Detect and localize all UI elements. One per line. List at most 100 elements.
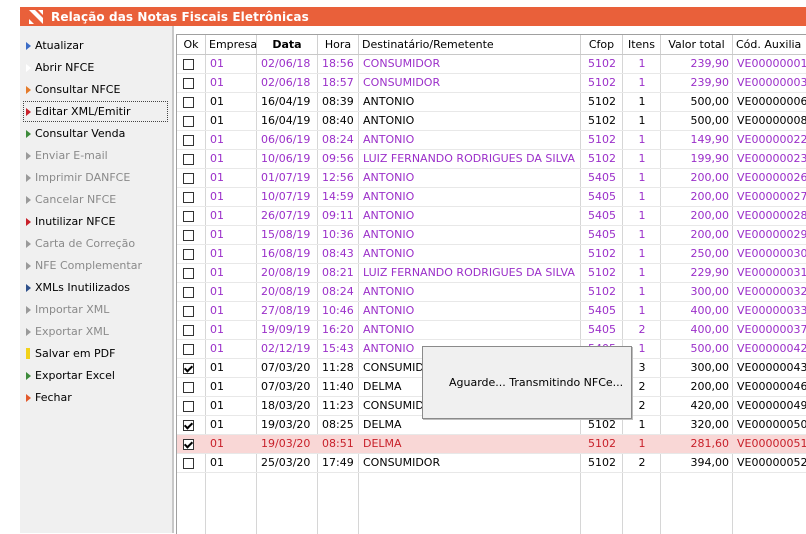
sidebar-item-enviar-e-mail[interactable]: Enviar E-mail <box>23 145 168 166</box>
cell-empresa: 01 <box>210 114 224 127</box>
sidebar-item-inutilizar-nfce[interactable]: Inutilizar NFCE <box>23 211 168 232</box>
sidebar-item-exportar-xml[interactable]: Exportar XML <box>23 321 168 342</box>
row-checkbox[interactable] <box>183 230 194 241</box>
row-checkbox[interactable] <box>183 382 194 393</box>
cell-destinatario: ANTONIO <box>363 95 415 108</box>
column-header-ok[interactable]: Ok <box>177 35 206 54</box>
column-header-itens[interactable]: Itens <box>623 35 661 54</box>
table-row[interactable]: 01 02/06/18 18:57 CONSUMIDOR 5102 1 239,90 VE00… <box>177 74 806 93</box>
sidebar-item-label: NFE Complementar <box>35 259 142 272</box>
table-row[interactable]: 01 25/03/20 17:49 CONSUMIDOR 5102 2 394,00 VE00… <box>177 454 806 473</box>
row-checkbox[interactable] <box>183 344 194 355</box>
sidebar-item-xmls-inutilizados[interactable]: XMLs Inutilizados <box>23 277 168 298</box>
cell-data: 16/08/19 <box>261 247 311 260</box>
sidebar-item-imprimir-danfce[interactable]: Imprimir DANFCE <box>23 167 168 188</box>
cell-destinatario: CONSUMIDOR <box>363 76 441 89</box>
cell-empresa: 01 <box>210 323 224 336</box>
sidebar-item-label: Consultar Venda <box>35 127 126 140</box>
column-header-valor-total[interactable]: Valor total <box>661 35 733 54</box>
table-row[interactable]: 01 16/08/19 08:43 ANTONIO 5102 1 250,00 VE00000… <box>177 245 806 264</box>
sidebar-item-abrir-nfce[interactable]: Abrir NFCE <box>23 57 168 78</box>
sidebar-item-consultar-nfce[interactable]: Consultar NFCE <box>23 79 168 100</box>
sidebar-item-cancelar-nfce[interactable]: Cancelar NFCE <box>23 189 168 210</box>
row-checkbox[interactable] <box>183 211 194 222</box>
row-checkbox[interactable] <box>183 249 194 260</box>
column-header-cfop[interactable]: Cfop <box>581 35 623 54</box>
sidebar-item-label: Fechar <box>35 391 72 404</box>
sidebar-item-carta-de-corre-o[interactable]: Carta de Correção <box>23 233 168 254</box>
cell-hora: 08:21 <box>322 266 354 279</box>
column-header-destinatario[interactable]: Destinatário/Remetente <box>359 35 581 54</box>
row-checkbox[interactable] <box>183 192 194 203</box>
row-checkbox[interactable] <box>183 439 194 450</box>
cell-empresa: 01 <box>210 76 224 89</box>
cell-itens: 1 <box>638 95 646 108</box>
row-checkbox[interactable] <box>183 420 194 431</box>
cell-cod-auxiliar: VE00000030 <box>737 247 806 260</box>
cell-hora: 08:39 <box>322 95 354 108</box>
row-checkbox[interactable] <box>183 306 194 317</box>
table-row[interactable]: 01 10/07/19 14:59 ANTONIO 5405 1 200,00 VE00000… <box>177 188 806 207</box>
sidebar-item-fechar[interactable]: Fechar <box>23 387 168 408</box>
cell-empresa: 01 <box>210 247 224 260</box>
sidebar-menu: Atualizar Abrir NFCE Consultar NFCE Editar … <box>20 26 174 533</box>
column-header-empresa[interactable]: Empresa <box>206 35 257 54</box>
row-checkbox[interactable] <box>183 59 194 70</box>
sidebar-item-exportar-excel[interactable]: Exportar Excel <box>23 365 168 386</box>
cell-valor-total: 239,90 <box>690 76 730 89</box>
column-header-data[interactable]: Data <box>257 35 318 54</box>
table-row[interactable]: 01 19/09/19 16:20 ANTONIO 5405 2 400,00 VE00000… <box>177 321 806 340</box>
cell-cfop: 5102 <box>588 114 616 127</box>
row-checkbox[interactable] <box>183 401 194 412</box>
row-checkbox[interactable] <box>183 154 194 165</box>
cell-valor-total: 200,00 <box>690 209 730 222</box>
row-checkbox[interactable] <box>183 78 194 89</box>
table-row[interactable]: 01 15/08/19 10:36 ANTONIO 5405 1 200,00 VE00000… <box>177 226 806 245</box>
cell-empresa: 01 <box>210 171 224 184</box>
column-header-cod-auxiliar[interactable]: Cód. Auxilia <box>733 35 806 54</box>
sidebar-item-label: Cancelar NFCE <box>35 193 117 206</box>
row-checkbox[interactable] <box>183 97 194 108</box>
cell-valor-total: 239,90 <box>690 57 730 70</box>
cell-cfop: 5102 <box>588 437 616 450</box>
sidebar-item-nfe-complementar[interactable]: NFE Complementar <box>23 255 168 276</box>
row-checkbox[interactable] <box>183 458 194 469</box>
table-row[interactable]: 01 01/07/19 12:56 ANTONIO 5405 1 200,00 VE00000… <box>177 169 806 188</box>
table-row[interactable]: 01 10/06/19 09:56 LUIZ FERNANDO RODRIGUES D… <box>177 150 806 169</box>
table-row[interactable]: 01 26/07/19 09:11 ANTONIO 5405 1 200,00 VE00000… <box>177 207 806 226</box>
sidebar-item-label: XMLs Inutilizados <box>35 281 131 294</box>
cell-cod-auxiliar: VE00000042 <box>737 342 806 355</box>
table-row[interactable]: 01 16/04/19 08:39 ANTONIO 5102 1 500,00 VE00000… <box>177 93 806 112</box>
sidebar-item-consultar-venda[interactable]: Consultar Venda <box>23 123 168 144</box>
table-row[interactable]: 01 02/06/18 18:56 CONSUMIDOR 5102 1 239,90 VE00… <box>177 55 806 74</box>
row-checkbox[interactable] <box>183 363 194 374</box>
sidebar-item-atualizar[interactable]: Atualizar <box>23 35 168 56</box>
sidebar-item-editar-xml-emitir[interactable]: Editar XML/Emitir <box>23 101 168 122</box>
sidebar-item-importar-xml[interactable]: Importar XML <box>23 299 168 320</box>
cell-destinatario: LUIZ FERNANDO RODRIGUES DA SILVA <box>363 152 575 165</box>
table-row[interactable]: 01 27/08/19 10:46 ANTONIO 5405 1 400,00 VE00000… <box>177 302 806 321</box>
table-row[interactable]: 01 20/08/19 08:24 ANTONIO 5102 1 300,00 VE00000… <box>177 283 806 302</box>
cell-valor-total: 200,00 <box>690 190 730 203</box>
cell-cod-auxiliar: VE00000043 <box>737 361 806 374</box>
table-row[interactable]: 01 19/03/20 08:51 DELMA 5102 1 281,60 VE0000005… <box>177 435 806 454</box>
row-checkbox[interactable] <box>183 135 194 146</box>
cell-hora: 09:11 <box>322 209 354 222</box>
column-header-hora[interactable]: Hora <box>318 35 359 54</box>
cell-itens: 1 <box>638 266 646 279</box>
row-checkbox[interactable] <box>183 116 194 127</box>
cell-itens: 1 <box>638 57 646 70</box>
row-checkbox[interactable] <box>183 325 194 336</box>
row-checkbox[interactable] <box>183 173 194 184</box>
table-row[interactable]: 01 20/08/19 08:21 LUIZ FERNANDO RODRIGUES D… <box>177 264 806 283</box>
cell-empresa: 01 <box>210 285 224 298</box>
row-checkbox[interactable] <box>183 287 194 298</box>
sidebar-item-salvar-em-pdf[interactable]: Salvar em PDF <box>23 343 168 364</box>
invoices-grid[interactable]: Ok Empresa Data Hora Destinatário/Remetente C… <box>176 34 806 534</box>
table-row[interactable]: 01 16/04/19 08:40 ANTONIO 5102 1 500,00 VE00000… <box>177 112 806 131</box>
sidebar-item-label: Abrir NFCE <box>35 61 95 74</box>
cell-cod-auxiliar: VE00000023 <box>737 152 806 165</box>
gray-arrow-icon <box>26 151 31 160</box>
table-row[interactable]: 01 06/06/19 08:24 ANTONIO 5102 1 149,90 VE00000… <box>177 131 806 150</box>
row-checkbox[interactable] <box>183 268 194 279</box>
